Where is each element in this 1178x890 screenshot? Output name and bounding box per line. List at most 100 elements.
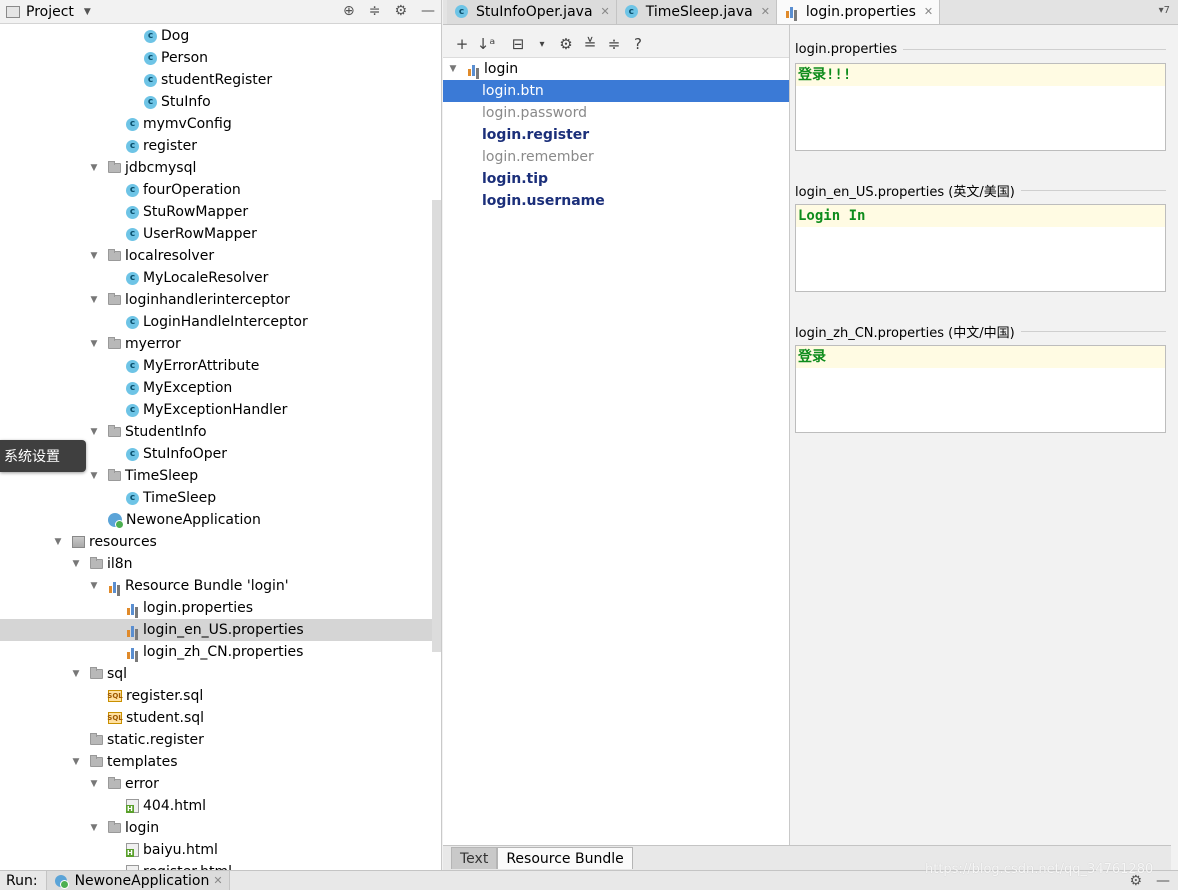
gear-icon[interactable]: ⚙ bbox=[555, 35, 577, 53]
tree-item[interactable]: ▼cTimeSleep bbox=[0, 487, 441, 509]
property-key-row[interactable]: login.remember bbox=[443, 146, 789, 168]
chevron-down-icon[interactable]: ▼ bbox=[88, 295, 100, 305]
close-icon[interactable]: ✕ bbox=[761, 5, 770, 18]
tree-item[interactable]: ▼ login bbox=[0, 817, 441, 839]
tree-item[interactable]: ▼ loginhandlerinterceptor bbox=[0, 289, 441, 311]
dropdown-icon[interactable]: ▾ bbox=[531, 39, 553, 50]
value-text[interactable]: 登录 bbox=[796, 346, 1165, 368]
value-editor[interactable]: 登录!!! bbox=[795, 63, 1166, 151]
tree-item[interactable]: ▼ myerror bbox=[0, 333, 441, 355]
tab-overflow-button[interactable]: ▾7 bbox=[1159, 5, 1170, 16]
tree-item[interactable]: ▼cPerson bbox=[0, 47, 441, 69]
group-icon[interactable]: ⊟ bbox=[507, 35, 529, 53]
editor-tab[interactable]: c TimeSleep.java ✕ bbox=[616, 0, 777, 24]
tree-item[interactable]: ▼H404.html bbox=[0, 795, 441, 817]
tree-item[interactable]: ▼ sql bbox=[0, 663, 441, 685]
run-config-tab[interactable]: NewoneApplication ✕ bbox=[45, 870, 230, 890]
add-icon[interactable]: + bbox=[451, 35, 473, 53]
chevron-down-icon[interactable]: ▼ bbox=[88, 339, 100, 349]
project-panel: Project ▼ ⊕ ≑ ⚙ — ▼ c Dog ▼ c Person ▼ c student… bbox=[0, 0, 442, 870]
expand-all-icon[interactable]: ≚ bbox=[579, 35, 601, 53]
editor-tab[interactable]: login.properties ✕ bbox=[776, 0, 941, 24]
tree-item[interactable]: ▼cMyExceptionHandler bbox=[0, 399, 441, 421]
target-icon[interactable]: ⊕ bbox=[343, 3, 355, 19]
tree-item[interactable]: ▼cfourOperation bbox=[0, 179, 441, 201]
tree-item[interactable]: ▼SQLstudent.sql bbox=[0, 707, 441, 729]
tree-item[interactable]: ▼ templates bbox=[0, 751, 441, 773]
chevron-down-icon[interactable]: ▼ bbox=[70, 757, 82, 767]
tree-item[interactable]: ▼login_en_US.properties bbox=[0, 619, 441, 641]
tree-item[interactable]: ▼cLoginHandleInterceptor bbox=[0, 311, 441, 333]
tree-item[interactable]: ▼ error bbox=[0, 773, 441, 795]
tree-item[interactable]: ▼cMyLocaleResolver bbox=[0, 267, 441, 289]
chevron-down-icon[interactable]: ▼ bbox=[70, 669, 82, 679]
close-icon[interactable]: ✕ bbox=[213, 874, 222, 887]
tree-item[interactable]: ▼login.properties bbox=[0, 597, 441, 619]
project-view-selector[interactable]: Project ▼ bbox=[0, 4, 91, 20]
chevron-down-icon[interactable]: ▼ bbox=[447, 64, 459, 74]
tooltip-text: 系统设置 bbox=[4, 449, 60, 465]
project-scrollbar[interactable] bbox=[432, 200, 441, 652]
property-key-row[interactable]: login.tip bbox=[443, 168, 789, 190]
tree-item-label: sql bbox=[107, 666, 128, 682]
chevron-down-icon[interactable]: ▼ bbox=[52, 537, 64, 547]
tree-item[interactable]: ▼cStuRowMapper bbox=[0, 201, 441, 223]
close-icon[interactable]: ✕ bbox=[924, 5, 933, 18]
close-icon[interactable]: ✕ bbox=[601, 5, 610, 18]
chevron-down-icon[interactable]: ▼ bbox=[88, 779, 100, 789]
tree-item[interactable]: ▼cMyException bbox=[0, 377, 441, 399]
minimize-icon[interactable]: — bbox=[421, 3, 435, 19]
tree-item[interactable]: ▼cmymvConfig bbox=[0, 113, 441, 135]
chevron-down-icon[interactable]: ▼ bbox=[88, 581, 100, 591]
collapse-all-icon[interactable]: ≑ bbox=[603, 35, 625, 53]
tree-item[interactable]: ▼cMyErrorAttribute bbox=[0, 355, 441, 377]
tree-item[interactable]: ▼cStuInfo bbox=[0, 91, 441, 113]
tree-item[interactable]: ▼ Resource Bundle 'login' bbox=[0, 575, 441, 597]
collapse-icon[interactable]: ≑ bbox=[369, 3, 381, 19]
class-icon: c bbox=[126, 491, 139, 505]
chevron-down-icon[interactable]: ▼ bbox=[88, 251, 100, 261]
sort-alpha-icon[interactable]: ↓ᵃ bbox=[475, 35, 497, 53]
tree-item[interactable]: ▼login_zh_CN.properties bbox=[0, 641, 441, 663]
tree-item[interactable]: ▼Hregister.html bbox=[0, 861, 441, 870]
tree-item-label: il8n bbox=[107, 556, 133, 572]
value-text[interactable]: 登录!!! bbox=[796, 64, 1165, 86]
tree-item[interactable]: ▼SQLregister.sql bbox=[0, 685, 441, 707]
tree-item-label: register bbox=[143, 138, 197, 154]
chevron-down-icon[interactable]: ▼ bbox=[88, 163, 100, 173]
tree-item[interactable]: ▼NewoneApplication bbox=[0, 509, 441, 531]
minimize-icon[interactable]: — bbox=[1156, 873, 1170, 889]
tree-item[interactable]: ▼cUserRowMapper bbox=[0, 223, 441, 245]
tree-item[interactable]: ▼static.register bbox=[0, 729, 441, 751]
value-text[interactable]: Login In bbox=[796, 205, 1165, 227]
tooltip: 系统设置 bbox=[0, 440, 86, 472]
chevron-down-icon[interactable]: ▼ bbox=[88, 427, 100, 437]
value-editor[interactable]: 登录 bbox=[795, 345, 1166, 433]
property-key-row[interactable]: login.register bbox=[443, 124, 789, 146]
chevron-down-icon[interactable]: ▼ bbox=[88, 823, 100, 833]
bottom-tab[interactable]: Text bbox=[451, 847, 498, 869]
value-editor[interactable]: Login In bbox=[795, 204, 1166, 292]
editor-tab[interactable]: c StuInfoOper.java ✕ bbox=[447, 0, 617, 24]
tree-item[interactable]: ▼ resources bbox=[0, 531, 441, 553]
gear-icon[interactable]: ⚙ bbox=[394, 3, 407, 19]
tree-item-label: studentRegister bbox=[161, 72, 273, 88]
tree-item[interactable]: ▼cregister bbox=[0, 135, 441, 157]
chevron-down-icon[interactable]: ▼ bbox=[70, 559, 82, 569]
tree-item[interactable]: ▼cDog bbox=[0, 25, 441, 47]
tree-item[interactable]: ▼ jdbcmysql bbox=[0, 157, 441, 179]
tree-item-label: resources bbox=[89, 534, 157, 550]
tree-item[interactable]: ▼ il8n bbox=[0, 553, 441, 575]
key-root-row[interactable]: ▼ login bbox=[443, 58, 789, 80]
tree-item[interactable]: ▼ localresolver bbox=[0, 245, 441, 267]
property-key-row[interactable]: login.password bbox=[443, 102, 789, 124]
chevron-down-icon[interactable]: ▼ bbox=[88, 471, 100, 481]
property-key-row[interactable]: login.username bbox=[443, 190, 789, 212]
bottom-tab[interactable]: Resource Bundle bbox=[497, 847, 633, 869]
tree-item[interactable]: ▼cstudentRegister bbox=[0, 69, 441, 91]
tree-item[interactable]: ▼Hbaiyu.html bbox=[0, 839, 441, 861]
resource-bundle-icon bbox=[108, 580, 121, 593]
property-key-row[interactable]: login.btn bbox=[443, 80, 789, 102]
tree-item-label: StudentInfo bbox=[125, 424, 207, 440]
help-icon[interactable]: ? bbox=[627, 35, 649, 53]
